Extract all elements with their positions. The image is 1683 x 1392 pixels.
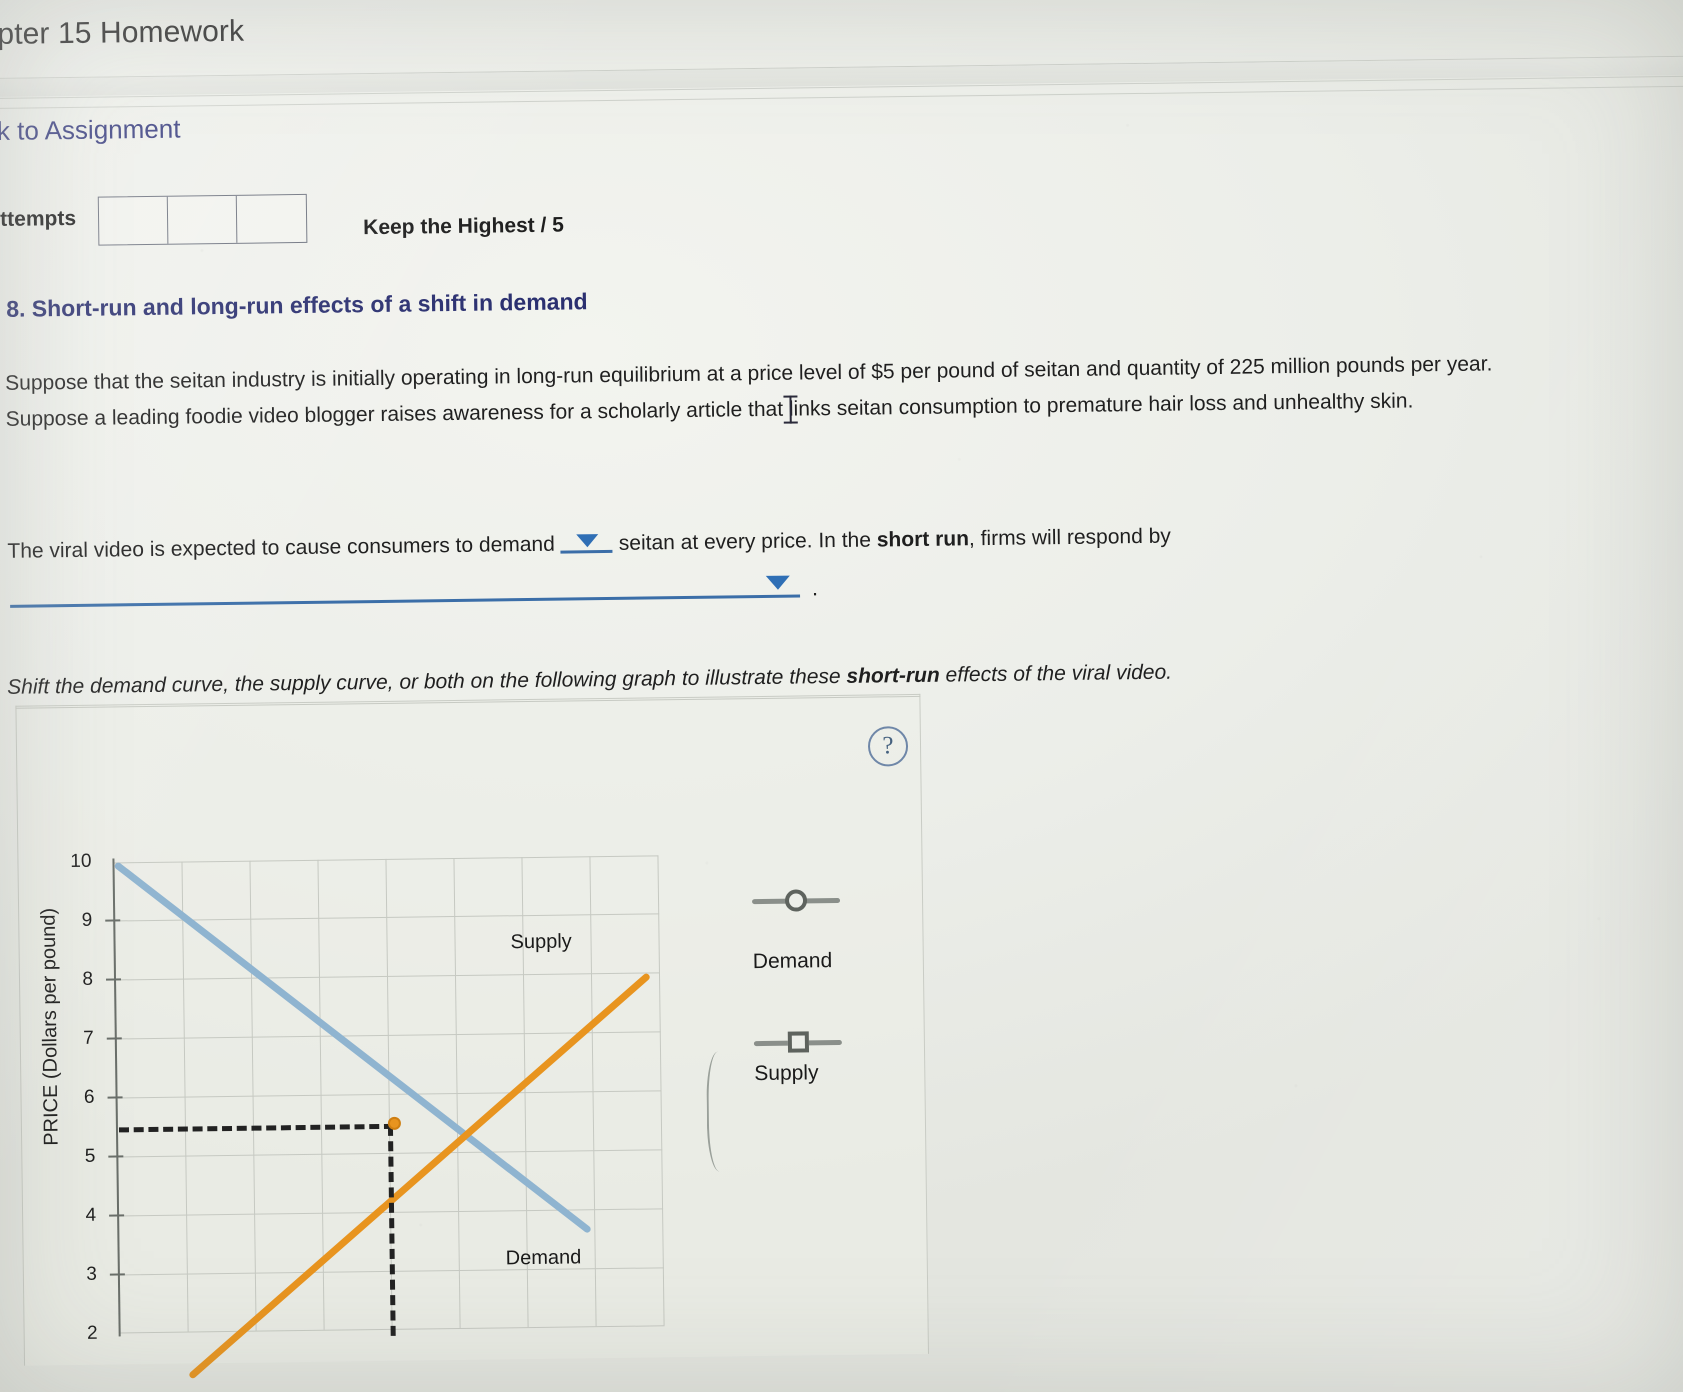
y-tick xyxy=(108,1155,124,1158)
equilibrium-point xyxy=(387,1116,402,1130)
square-handle-icon[interactable] xyxy=(787,1031,810,1053)
demand-curve-label: Demand xyxy=(505,1246,582,1270)
y-tick-label: 2 xyxy=(86,1322,98,1344)
y-tick xyxy=(106,978,122,981)
demand-direction-dropdown[interactable] xyxy=(560,530,613,554)
supply-curve-label: Supply xyxy=(510,930,572,954)
shift-text-part3: , firms will respond by xyxy=(968,524,1171,551)
question-title: 8. Short-run and long-run effects of a s… xyxy=(6,288,588,322)
y-tick xyxy=(105,919,121,922)
instruction-bold: short-run xyxy=(846,663,940,688)
y-tick xyxy=(109,1214,125,1217)
shift-paragraph: The viral video is expected to cause con… xyxy=(7,508,1507,575)
legend-label-supply: Supply xyxy=(754,1061,819,1086)
y-axis-label: PRICE (Dollars per pound) xyxy=(37,907,63,1146)
screenshot-photo: apter 15 Homework ck to Assignment Attem… xyxy=(0,0,1683,1392)
y-tick-label: 4 xyxy=(85,1204,97,1226)
y-tick-label: 10 xyxy=(70,850,92,873)
instruction-part1: Shift the demand curve, the supply curve… xyxy=(7,664,847,699)
attempt-box-1 xyxy=(98,196,169,245)
chevron-down-icon xyxy=(576,534,599,548)
y-tick xyxy=(106,1037,122,1040)
page-title: apter 15 Homework xyxy=(0,14,245,52)
panel-divider xyxy=(706,1051,738,1172)
attempt-box-3 xyxy=(237,195,307,243)
y-tick xyxy=(107,1096,123,1099)
attempt-box-2 xyxy=(167,195,238,244)
back-to-assignment-link[interactable]: ck to Assignment xyxy=(0,114,181,148)
shift-text-part2: seitan at every price. In the xyxy=(618,528,872,555)
attempts-boxes xyxy=(97,193,308,246)
attempts-label: Attempts xyxy=(0,206,77,232)
instruction-part2: effects of the viral video. xyxy=(939,660,1173,687)
short-run-bold: short run xyxy=(876,527,970,552)
y-tick-label: 3 xyxy=(86,1263,98,1285)
chevron-down-icon xyxy=(765,575,790,590)
graph-instruction: Shift the demand curve, the supply curve… xyxy=(7,658,1407,700)
keep-highest-label: Keep the Highest / 5 xyxy=(363,213,565,240)
text-cursor-icon xyxy=(783,395,797,424)
legend-label-demand: Demand xyxy=(752,949,833,974)
shift-text-part1: The viral video is expected to cause con… xyxy=(7,532,555,563)
header-band xyxy=(0,56,1683,98)
y-tick xyxy=(109,1273,125,1276)
firm-response-dropdown[interactable] xyxy=(9,575,801,608)
sentence-period: . xyxy=(811,575,819,601)
question-body: Suppose that the seitan industry is init… xyxy=(5,352,1493,431)
